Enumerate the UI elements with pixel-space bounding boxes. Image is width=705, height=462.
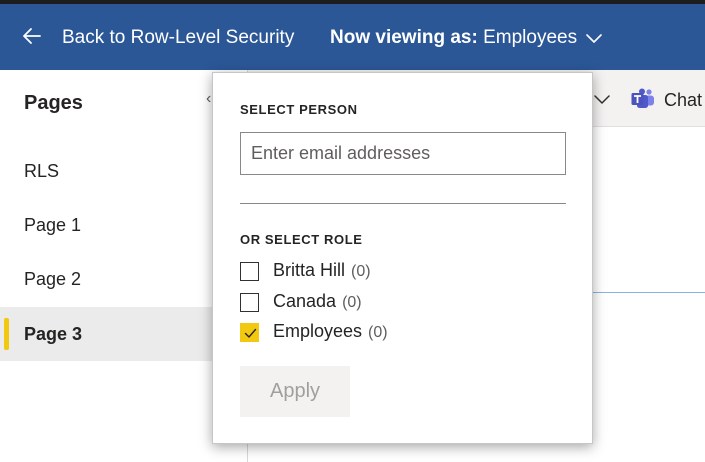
page-item-page-1[interactable]: Page 1 <box>0 198 247 252</box>
page-item-page-3[interactable]: Page 3 <box>0 307 247 361</box>
role-count: (0) <box>342 294 362 311</box>
role-name: Britta Hill <box>273 260 346 280</box>
page-item-label: RLS <box>24 161 60 181</box>
role-count: (0) <box>368 324 388 341</box>
role-count: (0) <box>351 263 371 280</box>
chevron-down-icon <box>586 34 603 43</box>
role-label: Britta Hill (0) <box>273 260 371 281</box>
viewing-as-label: Now viewing as: <box>330 27 478 48</box>
apply-button[interactable]: Apply <box>240 366 350 417</box>
top-bar: Back to Row-Level Security Now viewing a… <box>0 0 705 70</box>
chevron-down-icon[interactable] <box>594 92 610 106</box>
chat-in-teams-button[interactable]: Chat <box>664 90 702 111</box>
role-option-britta-hill[interactable]: Britta Hill (0) <box>240 260 540 285</box>
role-name: Canada <box>273 291 337 311</box>
role-option-canada[interactable]: Canada (0) <box>240 291 540 316</box>
role-name: Employees <box>273 321 363 341</box>
page-item-rls[interactable]: RLS <box>0 144 247 198</box>
page-item-label: Page 3 <box>24 324 83 344</box>
canvas-divider <box>592 292 705 293</box>
role-checkbox[interactable] <box>240 293 259 312</box>
view-as-popover: SELECT PERSON OR SELECT ROLE Britta Hill… <box>212 72 593 444</box>
role-option-employees[interactable]: Employees (0) <box>240 321 540 346</box>
back-to-rls-link[interactable]: Back to Row-Level Security <box>62 27 294 49</box>
role-label: Canada (0) <box>273 291 362 312</box>
pages-title: Pages <box>24 92 83 114</box>
select-person-heading: SELECT PERSON <box>240 102 358 117</box>
teams-icon[interactable] <box>631 88 655 110</box>
role-checkbox-checked[interactable] <box>240 323 259 342</box>
page-item-label: Page 2 <box>24 269 82 289</box>
pages-sidebar: Pages ‹ RLS Page 1 Page 2 Page 3 <box>0 70 248 462</box>
viewing-as-dropdown[interactable]: Now viewing as: Employees <box>330 27 603 49</box>
role-label: Employees (0) <box>273 321 388 342</box>
checkmark-icon <box>244 328 257 338</box>
page-item-label: Page 1 <box>24 215 82 235</box>
viewing-as-value: Employees <box>483 27 578 48</box>
arrow-left-icon[interactable] <box>22 24 42 48</box>
section-divider <box>240 203 566 204</box>
page-item-page-2[interactable]: Page 2 <box>0 252 247 306</box>
select-role-heading: OR SELECT ROLE <box>240 232 363 247</box>
role-checkbox[interactable] <box>240 262 259 281</box>
email-input[interactable] <box>240 132 566 175</box>
active-page-indicator <box>4 318 9 350</box>
collapse-sidebar-icon[interactable]: ‹ <box>206 90 211 108</box>
